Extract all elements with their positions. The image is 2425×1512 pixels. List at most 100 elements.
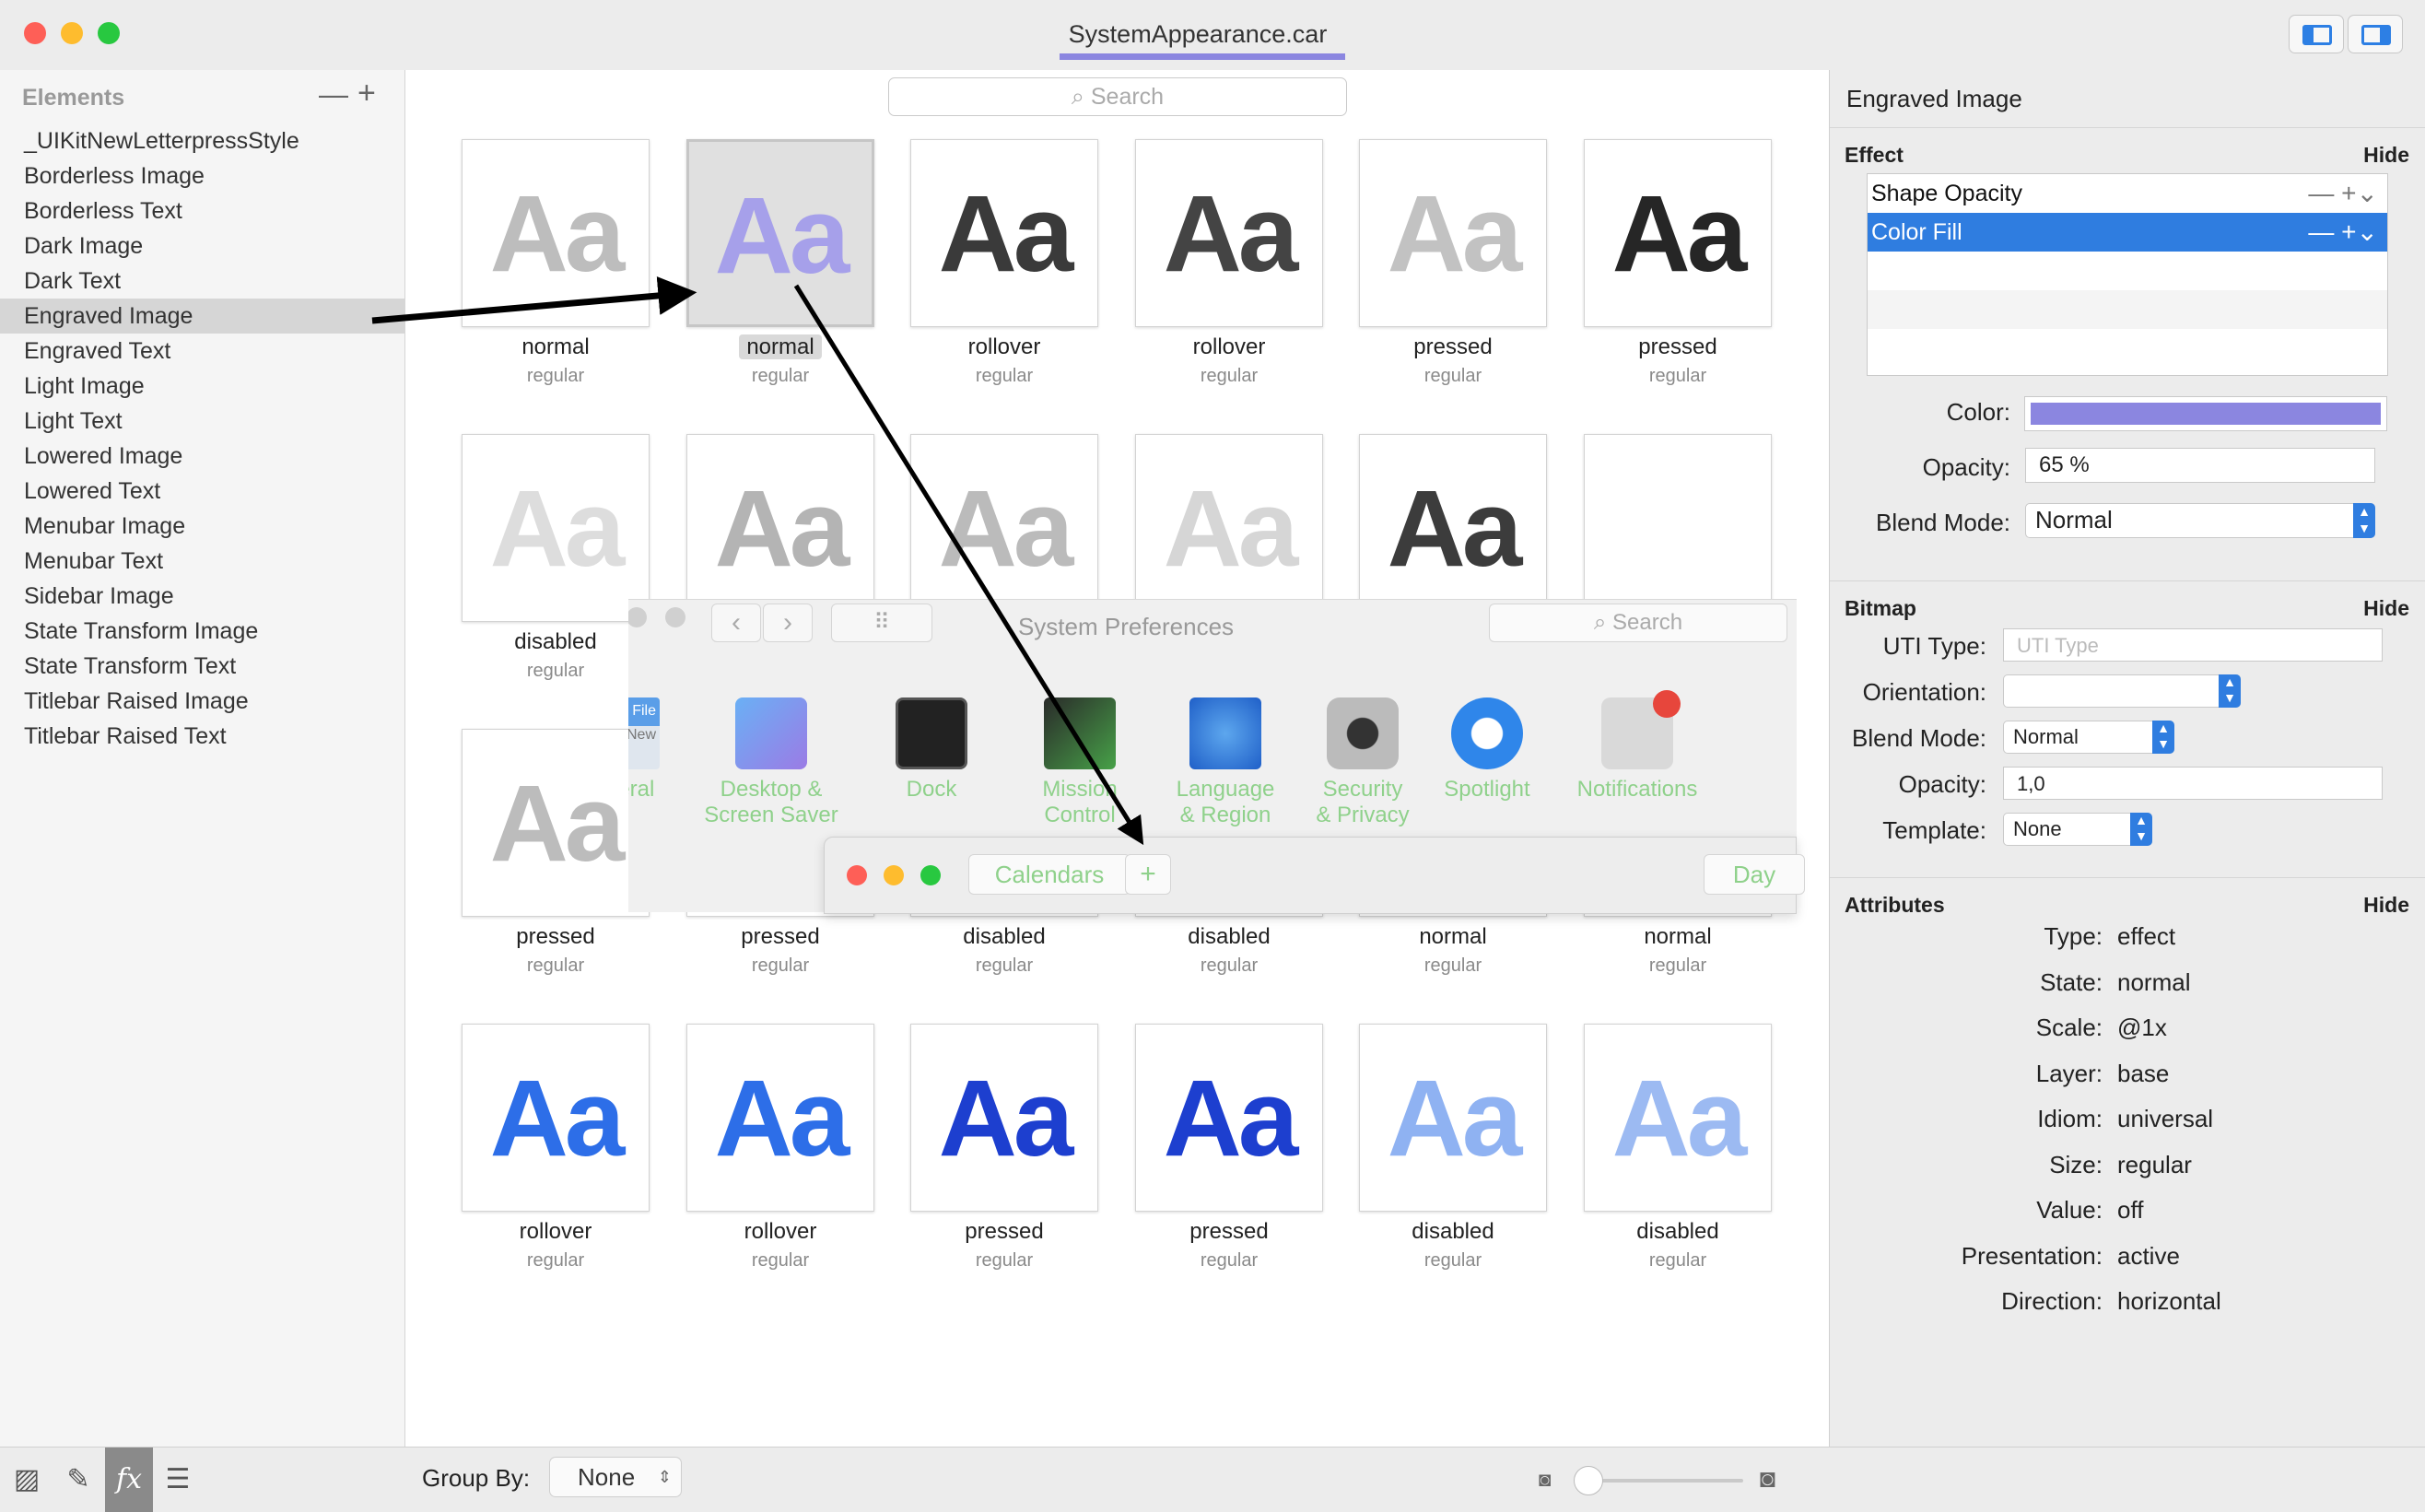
effect-list: Shape Opacity — +⌄ Color Fill — +⌄ [1867,173,2388,376]
effect-row-controls[interactable]: — +⌄ [2308,213,2378,252]
sidebar-item[interactable]: Titlebar Raised Image [0,684,405,719]
sysprefs-minimize-button[interactable] [665,607,685,627]
asset-thumbnail[interactable]: Aa [1135,139,1323,327]
asset-thumbnail[interactable]: Aa [686,139,874,327]
calendar-minimize-button[interactable] [884,865,904,885]
color-well[interactable] [2024,396,2387,431]
close-button[interactable] [24,22,46,44]
sidebar-item[interactable]: Menubar Text [0,544,405,579]
sidebar-item[interactable]: Engraved Image [0,299,405,334]
template-popup[interactable]: None ▲ ▼ [2003,813,2152,846]
stack-icon[interactable]: ☰ [158,1460,197,1499]
sidebar-item[interactable]: Engraved Text [0,334,405,369]
minimize-button[interactable] [61,22,83,44]
asset-thumbnail[interactable]: Aa [1584,434,1772,622]
dock-icon [896,697,967,769]
preference-pane[interactable]: Security & Privacy [1294,697,1432,828]
asset-thumbnail[interactable]: Aa [910,434,1098,622]
preference-pane[interactable]: Language & Region [1156,697,1295,828]
sidebar-item[interactable]: Sidebar Image [0,579,405,614]
asset-thumbnail[interactable]: Aa [462,434,650,622]
asset-thumbnail[interactable]: Aa [462,139,650,327]
asset-glyph: Aa [1387,1058,1523,1179]
asset-thumbnail[interactable]: Aa [1135,434,1323,622]
sidebar-item[interactable]: Menubar Image [0,509,405,544]
eyedropper-icon[interactable]: ✎ [59,1460,98,1499]
sidebar-item[interactable]: Borderless Text [0,193,405,229]
zoom-slider-knob[interactable] [1574,1466,1603,1495]
sidebar-item[interactable]: Titlebar Raised Text [0,719,405,754]
calendar-zoom-button[interactable] [920,865,941,885]
show-all-grid-icon[interactable]: ⠿ [831,604,932,642]
asset-thumbnail[interactable]: Aa [1359,1024,1547,1212]
effect-row-controls[interactable]: — +⌄ [2308,174,2378,213]
asset-thumbnail[interactable]: Aa [1135,1024,1323,1212]
asset-state-text: pressed [1189,1219,1269,1244]
asset-thumbnail[interactable]: Aa [1584,139,1772,327]
asset-thumbnail[interactable]: Aa [462,729,650,917]
effect-row-label: Color Fill [1871,219,1962,245]
asset-thumbnail[interactable]: Aa [686,434,874,622]
asset-thumbnail[interactable]: Aa [910,139,1098,327]
asset-thumbnail[interactable]: Aa [1584,1024,1772,1212]
sidebar-item[interactable]: Light Image [0,369,405,404]
attribute-label: State: [2040,967,2103,996]
sysprefs-close-button[interactable] [628,607,647,627]
sidebar-item[interactable]: Dark Text [0,264,405,299]
asset-thumbnail[interactable]: Aa [686,1024,874,1212]
asset-thumbnail[interactable]: Aa [1359,434,1547,622]
image-icon[interactable]: ▨ [7,1460,46,1499]
preference-pane[interactable]: Mission Control [1011,697,1149,828]
zoom-slider-track[interactable] [1587,1479,1743,1483]
zoom-button[interactable] [98,22,120,44]
asset-glyph: Aa [714,468,850,590]
preference-pane[interactable]: Desktop & Screen Saver [702,697,840,828]
window-title: SystemAppearance.car [1068,20,1328,48]
sidebar-item[interactable]: Lowered Image [0,439,405,474]
sidebar-item[interactable]: Borderless Image [0,158,405,193]
bitmap-blend-mode-popup[interactable]: Normal ▲ ▼ [2003,721,2174,754]
bitmap-hide-button[interactable]: Hide [2363,596,2409,621]
asset-state-text: normal [739,334,822,359]
remove-element-button[interactable]: — [319,77,348,111]
add-event-button[interactable]: + [1125,854,1171,895]
sidebar-item[interactable]: _UIKitNewLetterpressStyle [0,123,405,158]
calendars-button[interactable]: Calendars [968,854,1130,895]
asset-size-label: regular [1648,366,1707,386]
uti-type-field[interactable]: UTI Type [2003,628,2383,662]
preference-pane[interactable]: Notifications [1568,690,1706,803]
back-button[interactable]: ‹ [711,604,761,642]
calendar-close-button[interactable] [847,865,867,885]
effect-row[interactable]: Shape Opacity — +⌄ [1868,174,2387,213]
preference-pane[interactable]: Dock [862,697,1001,803]
asset-state-label: normal [1584,924,1772,950]
preference-pane[interactable]: File New eneral [628,697,693,803]
blend-mode-popup[interactable]: Normal ▲ ▼ [2025,503,2375,538]
asset-thumbnail[interactable]: Aa [462,1024,650,1212]
fx-icon[interactable]: fx [105,1448,153,1512]
effect-row[interactable]: Color Fill — +⌄ [1868,213,2387,252]
forward-button[interactable]: › [763,604,813,642]
search-field[interactable]: ⌕ Search [888,77,1347,116]
asset-thumbnail[interactable]: Aa [910,1024,1098,1212]
asset-state-text: disabled [1188,924,1271,949]
sysprefs-search-field[interactable]: ⌕ Search [1489,604,1787,642]
opacity-field[interactable]: 65 % [2025,448,2375,483]
sidebar-item[interactable]: Lowered Text [0,474,405,509]
sidebar-item[interactable]: State Transform Image [0,614,405,649]
sidebar-item[interactable]: Dark Image [0,229,405,264]
day-view-button[interactable]: Day [1704,854,1805,895]
sidebar-item[interactable]: State Transform Text [0,649,405,684]
group-by-popup[interactable]: None ⇕ [549,1457,682,1497]
bitmap-opacity-field[interactable]: 1,0 [2003,767,2383,800]
add-element-button[interactable]: + [357,76,376,111]
attributes-hide-button[interactable]: Hide [2363,893,2409,918]
sidebar-item[interactable]: Light Text [0,404,405,439]
orientation-popup[interactable]: ▲ ▼ [2003,674,2241,708]
toggle-right-sidebar-button[interactable] [2348,15,2403,53]
left-sidebar-icon [2302,25,2332,45]
toggle-left-sidebar-button[interactable] [2289,15,2344,53]
asset-thumbnail[interactable]: Aa [1359,139,1547,327]
preference-pane[interactable]: Spotlight [1418,697,1556,803]
effect-hide-button[interactable]: Hide [2363,143,2409,168]
